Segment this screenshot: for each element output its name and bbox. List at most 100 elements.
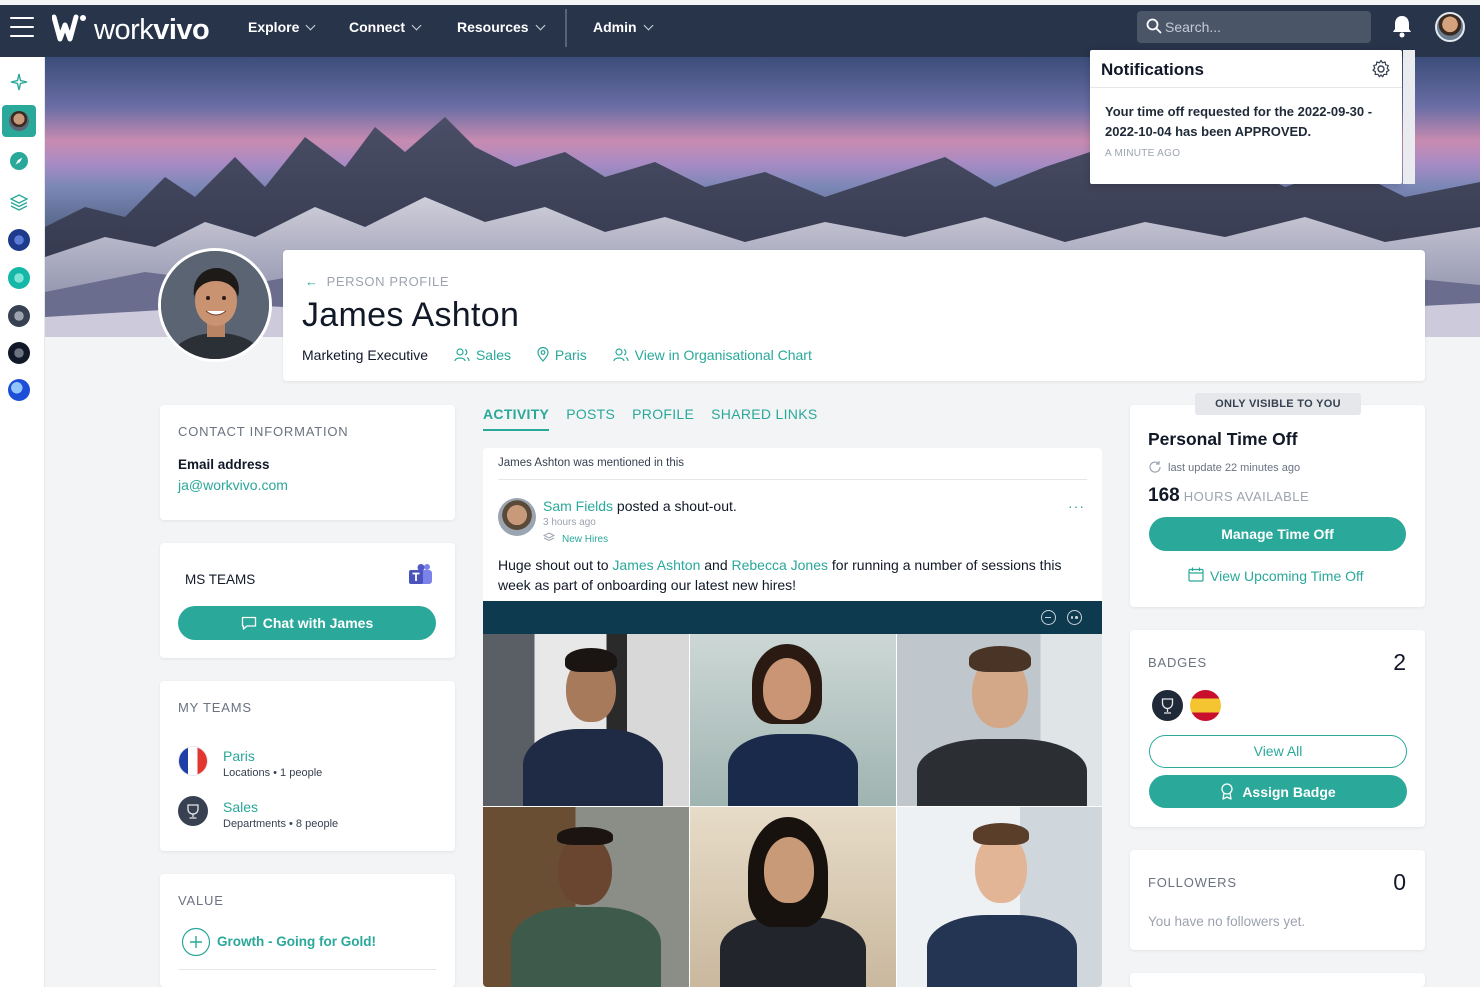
team-sales-link[interactable]: Sales bbox=[223, 799, 258, 815]
org-chart-link[interactable]: View in Organisational Chart bbox=[613, 347, 812, 363]
notifications-header: Notifications bbox=[1090, 50, 1402, 88]
space-icon-4[interactable] bbox=[8, 342, 30, 364]
layers-icon bbox=[542, 532, 556, 542]
notification-bell-icon[interactable] bbox=[1391, 14, 1413, 38]
workvivo-logo-icon[interactable] bbox=[52, 13, 88, 43]
back-link[interactable]: ← PERSON PROFILE bbox=[305, 274, 449, 289]
profile-avatar[interactable] bbox=[158, 248, 272, 362]
more-options-icon[interactable]: ··· bbox=[1068, 498, 1085, 514]
video-tile bbox=[483, 634, 689, 806]
value-card: VALUE Growth - Going for Gold! bbox=[160, 874, 455, 987]
hamburger-menu-icon[interactable] bbox=[10, 17, 34, 39]
sidebar-item-profile[interactable] bbox=[2, 105, 36, 137]
video-call-toolbar bbox=[483, 601, 1102, 634]
search-icon bbox=[1146, 18, 1162, 34]
visibility-badge: ONLY VISIBLE TO YOU bbox=[1195, 393, 1361, 415]
nav-admin[interactable]: Admin bbox=[593, 19, 654, 35]
video-tile bbox=[483, 807, 689, 987]
ms-teams-heading: MS TEAMS bbox=[185, 572, 256, 587]
time-off-heading: Personal Time Off bbox=[1148, 429, 1298, 449]
value-heading: VALUE bbox=[178, 893, 224, 908]
avatar bbox=[9, 111, 29, 131]
view-all-badges-button[interactable]: View All bbox=[1149, 735, 1407, 768]
video-tile bbox=[690, 807, 896, 987]
breadcrumb: PERSON PROFILE bbox=[326, 274, 450, 289]
tab-shared-links[interactable]: SHARED LINKS bbox=[711, 406, 817, 429]
map-pin-icon bbox=[537, 346, 549, 362]
space-icon-5[interactable] bbox=[8, 379, 30, 401]
email-link[interactable]: ja@workvivo.com bbox=[178, 477, 288, 493]
calendar-icon bbox=[1188, 567, 1204, 582]
followers-count: 0 bbox=[1393, 869, 1406, 895]
profile-photo bbox=[161, 251, 269, 359]
divider bbox=[498, 479, 1087, 480]
trophy-badge-icon[interactable] bbox=[1152, 690, 1183, 721]
sparkle-icon[interactable] bbox=[8, 71, 30, 93]
search-input[interactable] bbox=[1165, 11, 1365, 43]
badges-count: 2 bbox=[1393, 649, 1406, 675]
user-avatar[interactable] bbox=[1435, 12, 1465, 42]
profile-meta: Marketing Executive Sales Paris View in … bbox=[302, 346, 812, 363]
team-sales-meta: Departments • 8 people bbox=[223, 818, 339, 830]
department-link[interactable]: Sales bbox=[454, 347, 511, 363]
followers-empty-text: You have no followers yet. bbox=[1148, 914, 1306, 929]
profile-tabs: ACTIVITY POSTS PROFILE SHARED LINKS bbox=[483, 406, 834, 431]
space-icon-3[interactable] bbox=[8, 305, 30, 327]
followers-card: FOLLOWERS 0 You have no followers yet. bbox=[1130, 850, 1425, 950]
compass-icon[interactable] bbox=[8, 150, 30, 172]
upcoming-time-off-link[interactable]: View Upcoming Time Off bbox=[1188, 567, 1364, 584]
location-link[interactable]: Paris bbox=[537, 346, 587, 363]
chat-with-james-button[interactable]: Chat with James bbox=[178, 606, 436, 640]
workvivo-wordmark[interactable]: workvivo bbox=[94, 14, 210, 47]
search-box[interactable] bbox=[1137, 11, 1371, 43]
team-paris-meta: Locations • 1 people bbox=[223, 767, 323, 779]
profile-name: James Ashton bbox=[302, 296, 520, 334]
hours-value: 168 bbox=[1148, 485, 1180, 506]
post-body: Huge shout out to James Ashton and Rebec… bbox=[498, 557, 1062, 593]
mention-link[interactable]: Rebecca Jones bbox=[732, 557, 829, 573]
notification-time: A MINUTE AGO bbox=[1105, 148, 1181, 159]
notification-message: Your time off requested for the 2022-09-… bbox=[1105, 104, 1373, 139]
tab-posts[interactable]: POSTS bbox=[566, 406, 615, 429]
value-item-link[interactable]: Growth - Going for Gold! bbox=[217, 934, 376, 949]
notification-item[interactable]: Your time off requested for the 2022-09-… bbox=[1090, 88, 1402, 165]
chat-bubble-icon bbox=[241, 616, 256, 630]
manage-time-off-button[interactable]: Manage Time Off bbox=[1149, 517, 1406, 551]
users-icon bbox=[454, 348, 470, 362]
more-circle-icon[interactable] bbox=[1067, 610, 1082, 625]
video-tile bbox=[897, 634, 1102, 806]
assign-badge-button[interactable]: Assign Badge bbox=[1149, 775, 1407, 808]
post-time: 3 hours ago bbox=[543, 517, 596, 528]
arrow-left-icon: ← bbox=[305, 274, 319, 289]
contact-card: CONTACT INFORMATION Email address ja@wor… bbox=[160, 405, 455, 520]
space-icon-2[interactable] bbox=[8, 267, 30, 289]
tab-activity[interactable]: ACTIVITY bbox=[483, 406, 550, 431]
hours-label: HOURS AVAILABLE bbox=[1183, 489, 1310, 504]
next-card bbox=[1130, 973, 1425, 987]
hours-available: 168 HOURS AVAILABLE bbox=[1148, 485, 1309, 507]
post-group-link[interactable]: New Hires bbox=[542, 532, 608, 545]
profile-header-card: ← PERSON PROFILE James Ashton Marketing E… bbox=[283, 250, 1425, 381]
plus-circle-icon[interactable] bbox=[181, 927, 211, 957]
mention-link[interactable]: James Ashton bbox=[612, 557, 700, 573]
nav-connect[interactable]: Connect bbox=[349, 19, 422, 35]
nav-resources[interactable]: Resources bbox=[457, 19, 546, 35]
team-paris-link[interactable]: Paris bbox=[223, 748, 255, 764]
author-link[interactable]: Sam Fields bbox=[543, 498, 613, 514]
tab-profile[interactable]: PROFILE bbox=[632, 406, 694, 429]
notifications-scrollbar[interactable] bbox=[1403, 50, 1415, 184]
nav-divider bbox=[565, 9, 567, 47]
users-icon bbox=[613, 348, 629, 362]
time-off-card: Personal Time Off last update 22 minutes… bbox=[1130, 405, 1425, 607]
minus-circle-icon[interactable] bbox=[1041, 610, 1056, 625]
contact-heading: CONTACT INFORMATION bbox=[178, 424, 349, 439]
time-off-last-update: last update 22 minutes ago bbox=[1148, 460, 1300, 474]
avatar[interactable] bbox=[498, 498, 536, 536]
space-icon-1[interactable] bbox=[8, 229, 30, 251]
layers-icon[interactable] bbox=[8, 191, 30, 213]
spain-flag-badge-icon[interactable] bbox=[1190, 690, 1221, 721]
followers-heading: FOLLOWERS bbox=[1148, 875, 1237, 890]
gear-icon[interactable] bbox=[1371, 59, 1391, 79]
nav-explore[interactable]: Explore bbox=[248, 19, 316, 35]
video-tile bbox=[897, 807, 1102, 987]
